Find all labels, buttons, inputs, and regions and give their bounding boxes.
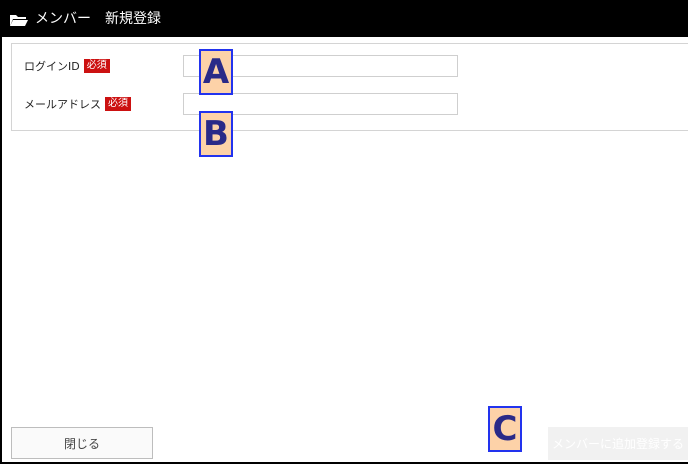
login-id-label: ログインID bbox=[24, 60, 80, 73]
email-label-group: メールアドレス 必須 bbox=[24, 95, 131, 113]
required-badge: 必須 bbox=[83, 59, 110, 73]
folder-open-icon bbox=[9, 12, 29, 26]
member-registration-window: メンバー 新規登録 ログインID 必須 メールアドレス 必須 A B 閉じる メ… bbox=[0, 0, 688, 464]
frame-left-border bbox=[0, 37, 2, 464]
required-badge: 必須 bbox=[105, 97, 131, 111]
marker-c: C bbox=[488, 406, 522, 452]
window-title: メンバー 新規登録 bbox=[35, 10, 161, 27]
login-id-label-group: ログインID 必須 bbox=[24, 57, 110, 75]
marker-a: A bbox=[199, 49, 233, 95]
close-button[interactable]: 閉じる bbox=[11, 427, 153, 459]
form-panel: ログインID 必須 メールアドレス 必須 bbox=[11, 43, 688, 131]
email-label: メールアドレス bbox=[24, 98, 101, 111]
title-bar: メンバー 新規登録 bbox=[0, 0, 688, 37]
add-member-button[interactable]: メンバーに追加登録する bbox=[548, 427, 688, 460]
marker-b: B bbox=[199, 111, 233, 157]
